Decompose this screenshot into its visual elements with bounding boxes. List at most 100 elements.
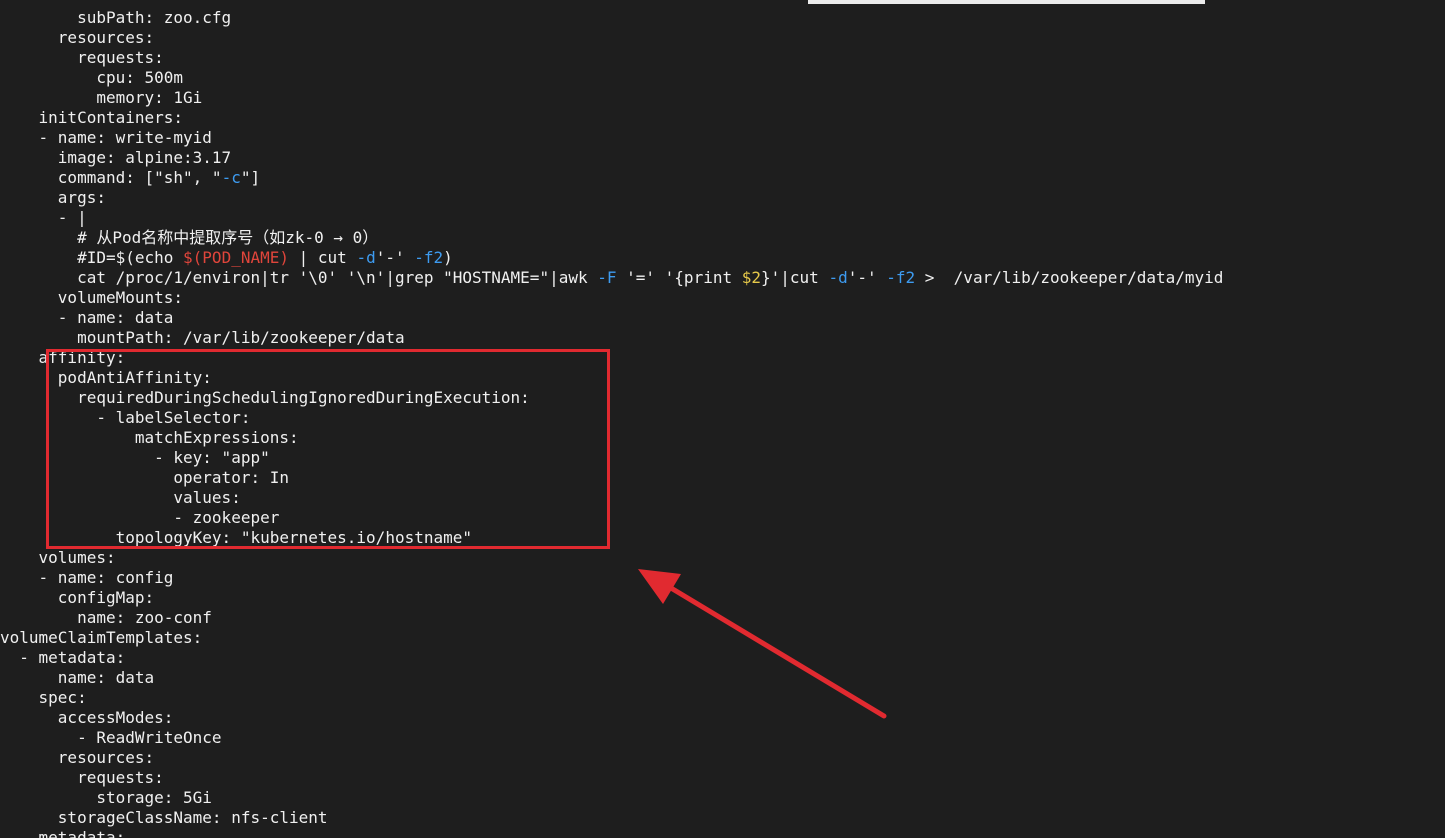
code-token: memory: 1Gi (0, 88, 203, 107)
code-token: - metadata: (0, 648, 126, 667)
code-line: spec: (0, 688, 1223, 708)
code-token: - | (0, 208, 87, 227)
code-line: affinity: (0, 348, 1223, 368)
code-line: operator: In (0, 468, 1223, 488)
code-token: affinity: (0, 348, 126, 367)
code-token: subPath: zoo.cfg (0, 8, 232, 27)
code-line: name: zoo-conf (0, 608, 1223, 628)
code-line: podAntiAffinity: (0, 368, 1223, 388)
code-token: $2 (741, 268, 761, 287)
code-line: #ID=$(echo $(POD_NAME) | cut -d'-' -f2) (0, 248, 1223, 268)
code-token: mountPath: /var/lib/zookeeper/data (0, 328, 405, 347)
code-line: requests: (0, 768, 1223, 788)
code-line: matchExpressions: (0, 428, 1223, 448)
code-token: | cut (289, 248, 357, 267)
code-token: image: alpine:3.17 (0, 148, 232, 167)
code-token: -F (597, 268, 617, 287)
code-line: storage: 5Gi (0, 788, 1223, 808)
code-token: - ReadWriteOnce (0, 728, 222, 747)
code-token: values: (0, 488, 241, 507)
code-line: - key: "app" (0, 448, 1223, 468)
code-line: resources: (0, 748, 1223, 768)
code-line: # 从Pod名称中提取序号（如zk-0 → 0） (0, 228, 1223, 248)
yaml-code-view[interactable]: subPath: zoo.cfg resources: requests: cp… (0, 8, 1223, 838)
code-line: volumes: (0, 548, 1223, 568)
code-token: matchExpressions: (0, 428, 299, 447)
code-token: requests: (0, 768, 164, 787)
code-token: args: (0, 188, 106, 207)
code-token: volumeClaimTemplates: (0, 628, 203, 647)
code-token: "] (240, 168, 261, 187)
code-token: volumes: (0, 548, 116, 567)
code-token: -f2 (414, 248, 444, 267)
code-token: - labelSelector: (0, 408, 251, 427)
code-token: storage: 5Gi (0, 788, 212, 807)
code-token: resources: (0, 748, 155, 767)
code-line: - name: write-myid (0, 128, 1223, 148)
code-token: name: data (0, 668, 155, 687)
code-token: operator: In (0, 468, 289, 487)
code-line: - metadata: (0, 648, 1223, 668)
code-line: - labelSelector: (0, 408, 1223, 428)
code-line: cat /proc/1/environ|tr '\0' '\n'|grep "H… (0, 268, 1223, 288)
code-token: - name: data (0, 308, 174, 327)
code-token: }'|cut (761, 268, 829, 287)
code-line: memory: 1Gi (0, 88, 1223, 108)
window-top-strip (808, 0, 1205, 4)
code-token: configMap: (0, 588, 155, 607)
code-line: accessModes: (0, 708, 1223, 728)
code-line: requiredDuringSchedulingIgnoredDuringExe… (0, 388, 1223, 408)
code-token: initContainers: (0, 108, 184, 127)
code-line: - | (0, 208, 1223, 228)
code-token: -d (356, 248, 376, 267)
code-line: metadata: (0, 828, 1223, 838)
code-token: storageClassName: nfs-client (0, 808, 328, 827)
code-line: - name: config (0, 568, 1223, 588)
code-token: -c (221, 168, 241, 187)
code-token: -f2 (886, 268, 916, 287)
terminal-window[interactable]: subPath: zoo.cfg resources: requests: cp… (0, 0, 1445, 838)
code-token: requiredDuringSchedulingIgnoredDuringExe… (0, 388, 530, 407)
code-token: $(POD_NAME) (183, 248, 289, 267)
code-token: -d (828, 268, 848, 287)
code-line: values: (0, 488, 1223, 508)
code-token: requests: (0, 48, 164, 67)
code-line: name: data (0, 668, 1223, 688)
code-token: spec: (0, 688, 87, 707)
code-line: - zookeeper (0, 508, 1223, 528)
code-token: - zookeeper (0, 508, 280, 527)
code-token: cpu: 500m (0, 68, 184, 87)
code-line: topologyKey: "kubernetes.io/hostname" (0, 528, 1223, 548)
code-token: name: zoo-conf (0, 608, 212, 627)
code-line: configMap: (0, 588, 1223, 608)
code-line: args: (0, 188, 1223, 208)
code-line: subPath: zoo.cfg (0, 8, 1223, 28)
code-token: # 从Pod名称中提取序号（如zk-0 → 0） (0, 228, 379, 247)
code-line: resources: (0, 28, 1223, 48)
code-line: command: ["sh", "-c"] (0, 168, 1223, 188)
code-line: initContainers: (0, 108, 1223, 128)
code-line: - name: data (0, 308, 1223, 328)
code-token: volumeMounts: (0, 288, 184, 307)
code-token: - name: config (0, 568, 174, 587)
code-line: image: alpine:3.17 (0, 148, 1223, 168)
code-token: resources: (0, 28, 155, 47)
code-line: volumeMounts: (0, 288, 1223, 308)
code-token: podAntiAffinity: (0, 368, 212, 387)
code-line: volumeClaimTemplates: (0, 628, 1223, 648)
code-line: cpu: 500m (0, 68, 1223, 88)
code-token: ) (443, 248, 453, 267)
code-token: > /var/lib/zookeeper/data/myid (915, 268, 1224, 287)
code-line: - ReadWriteOnce (0, 728, 1223, 748)
code-token: - key: "app" (0, 448, 270, 467)
code-token: '-' (847, 268, 887, 287)
code-token: command: ["sh", " (0, 168, 222, 187)
code-token: #ID=$(echo (0, 248, 184, 267)
code-token: - name: write-myid (0, 128, 212, 147)
code-line: storageClassName: nfs-client (0, 808, 1223, 828)
code-token: metadata: (0, 828, 126, 838)
code-token: '=' '{print (616, 268, 742, 287)
code-token: cat /proc/1/environ|tr '\0' '\n'|grep "H… (0, 268, 598, 287)
code-line: mountPath: /var/lib/zookeeper/data (0, 328, 1223, 348)
code-token: '-' (375, 248, 415, 267)
